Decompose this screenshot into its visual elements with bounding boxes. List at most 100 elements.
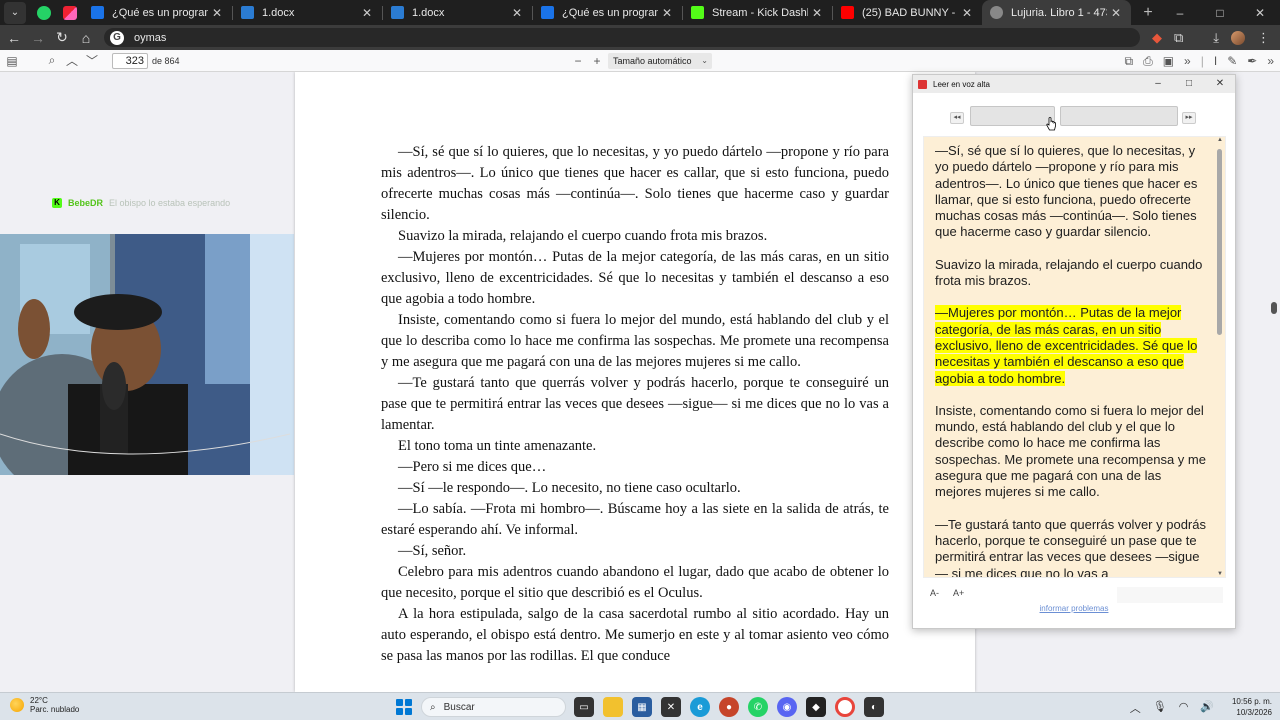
close-window-icon[interactable]: ✕ xyxy=(1240,6,1280,20)
zoom-in-icon[interactable]: + xyxy=(587,54,607,68)
back-icon[interactable]: ← xyxy=(2,26,26,50)
paragraph: Insiste, comentando como si fuera lo mej… xyxy=(935,402,1206,500)
tab-label: 1.docx xyxy=(262,6,295,19)
app-icon[interactable]: ● xyxy=(719,697,739,717)
tab-2[interactable]: 1.docx ✕ xyxy=(383,0,532,25)
xbox-icon[interactable]: ✕ xyxy=(661,697,681,717)
rewind-button[interactable]: ◂◂ xyxy=(950,112,964,124)
chrome-icon[interactable] xyxy=(835,697,855,717)
wifi-icon[interactable]: ◠ xyxy=(1179,700,1189,716)
tab-5[interactable]: (25) BAD BUNNY - EL CLÚB (... ✕ xyxy=(833,0,982,25)
pdf-tools: ⧉ ⎙ ▣ » | I ✎ ✒ » xyxy=(1125,50,1275,72)
tab-search-button[interactable]: ⌄ xyxy=(4,1,26,24)
tab-4[interactable]: Stream - Kick Dashboard ✕ xyxy=(683,0,832,25)
pdf-toolbar: ▤ ⌕ ︿ ﹀ de 864 − + Tamaño automático ⌄ ⧉… xyxy=(0,50,1280,72)
read-aloud-logo-icon xyxy=(918,79,927,89)
close-icon[interactable]: ✕ xyxy=(362,6,374,20)
webcam-overlay xyxy=(0,234,294,475)
search-icon[interactable]: ⌕ xyxy=(42,53,62,68)
page-number-input[interactable] xyxy=(112,52,148,69)
tab-3[interactable]: ¿Qué es un programa de pr... ✕ xyxy=(533,0,682,25)
volume-icon[interactable]: 🔊 xyxy=(1200,700,1214,716)
taskbar-search[interactable]: ⌕ Buscar xyxy=(421,697,566,717)
tab-0[interactable]: ¿Qué es un programa de pr... ✕ xyxy=(83,0,232,25)
clock[interactable]: 10:56 p. m. 10/3/2026 xyxy=(1232,696,1272,718)
close-icon[interactable]: ✕ xyxy=(1111,6,1123,20)
paragraph-current: —Mujeres por montón… Putas de la mejor c… xyxy=(935,305,1209,386)
sidebar-toggle-icon[interactable]: ▤ xyxy=(2,54,22,68)
maximize-icon[interactable]: □ xyxy=(1174,75,1204,93)
chevron-up-icon[interactable]: ︿ xyxy=(1130,700,1141,716)
close-icon[interactable]: ✕ xyxy=(512,6,524,20)
taskbar: 22°C Parc. nublado ⌕ Buscar ▭ ▦ ✕ e ● ✆ … xyxy=(0,692,1280,720)
time: 10:56 p. m. xyxy=(1231,697,1272,706)
zoom-select[interactable]: Tamaño automático ⌄ xyxy=(608,53,712,69)
forward-icon[interactable]: → xyxy=(26,26,50,50)
maximize-icon[interactable]: □ xyxy=(1200,6,1240,20)
task-view-icon[interactable]: ▭ xyxy=(574,697,594,717)
read-aloud-text-area[interactable]: —Sí, sé que sí lo quieres, que lo necesi… xyxy=(923,136,1226,578)
discord-icon[interactable]: ◉ xyxy=(777,697,797,717)
scroll-up-icon[interactable]: ▲ xyxy=(1216,137,1224,143)
store-icon[interactable]: ▦ xyxy=(632,697,652,717)
obs-icon[interactable]: ◐ xyxy=(864,697,884,717)
expand-icon[interactable]: » xyxy=(1267,54,1274,68)
zoom-value: Tamaño automático xyxy=(613,56,692,66)
system-tray: ︿ 🎙 ◠ 🔊 xyxy=(1130,700,1214,716)
minimize-icon[interactable]: – xyxy=(1160,6,1200,20)
weather-widget[interactable]: 22°C Parc. nublado xyxy=(10,696,79,714)
whatsapp-icon[interactable]: ✆ xyxy=(748,697,768,717)
text-cursor-icon[interactable]: I xyxy=(1214,54,1217,68)
extensions-puzzle-icon[interactable]: ⧉ xyxy=(1174,30,1183,46)
edge-icon[interactable]: e xyxy=(690,697,710,717)
tab-label: (25) BAD BUNNY - EL CLÚB (... xyxy=(862,6,958,19)
scroll-thumb[interactable] xyxy=(1217,149,1222,335)
start-button[interactable] xyxy=(396,699,412,715)
font-increase-button[interactable]: A+ xyxy=(953,588,964,598)
tab-1[interactable]: 1.docx ✕ xyxy=(233,0,382,25)
playback-controls: ◂◂ ▸▸ xyxy=(950,106,1196,131)
previous-page-icon[interactable]: ︿ xyxy=(62,52,82,69)
date: 10/3/2026 xyxy=(1236,708,1272,717)
docs-icon xyxy=(91,6,104,19)
report-issues-link[interactable]: informar problemas xyxy=(913,604,1235,613)
draw-icon[interactable]: ✎ xyxy=(1227,54,1237,68)
read-aloud-scrollbar[interactable]: ▲ ▼ xyxy=(1216,137,1224,577)
reload-icon[interactable]: ↻ xyxy=(50,26,74,50)
save-icon[interactable]: ▣ xyxy=(1163,54,1174,68)
close-icon[interactable]: ✕ xyxy=(1205,75,1235,93)
font-decrease-button[interactable]: A- xyxy=(930,588,939,598)
more-tools-icon[interactable]: » xyxy=(1184,54,1191,68)
close-icon[interactable]: ✕ xyxy=(812,6,824,20)
print-icon[interactable]: ⎙ xyxy=(1143,54,1153,69)
forward-button[interactable]: ▸▸ xyxy=(1182,112,1196,124)
next-page-icon[interactable]: ﹀ xyxy=(82,52,102,69)
pinned-tab-app[interactable] xyxy=(57,0,83,25)
file-explorer-icon[interactable] xyxy=(603,697,623,717)
tab-6-active[interactable]: Lujuria. Libro 1 - 4735ff84-a... ✕ xyxy=(982,0,1131,25)
game-app-icon[interactable]: ◆ xyxy=(806,697,826,717)
minimize-icon[interactable]: – xyxy=(1143,75,1173,93)
pen-icon[interactable]: ✒ xyxy=(1247,54,1257,68)
profile-avatar[interactable] xyxy=(1231,30,1245,45)
pdf-page: —Sí, sé que sí lo quieres, que lo necesi… xyxy=(295,72,975,692)
scroll-down-icon[interactable]: ▼ xyxy=(1216,571,1224,577)
address-bar[interactable]: G oymas xyxy=(104,28,1140,47)
close-icon[interactable]: ✕ xyxy=(662,6,674,20)
play-pause-button[interactable] xyxy=(970,106,1055,126)
viewer-scrollbar[interactable] xyxy=(1271,302,1277,314)
close-icon[interactable]: ✕ xyxy=(962,6,974,20)
menu-kebab-icon[interactable]: ⋮ xyxy=(1257,30,1270,46)
pinned-tab-whatsapp[interactable] xyxy=(31,0,57,25)
open-external-icon[interactable]: ⧉ xyxy=(1125,54,1134,69)
close-icon[interactable]: ✕ xyxy=(212,6,224,20)
extension-icon[interactable]: ◆ xyxy=(1152,30,1162,46)
download-icon[interactable]: ⤓ xyxy=(1213,30,1219,46)
new-tab-button[interactable]: + xyxy=(1137,4,1159,22)
home-icon[interactable]: ⌂ xyxy=(74,26,98,50)
microphone-icon[interactable]: 🎙 xyxy=(1153,700,1167,716)
paragraph: —Te gustará tanto que querrás volver y p… xyxy=(935,516,1206,578)
stop-button[interactable] xyxy=(1060,106,1178,126)
zoom-out-icon[interactable]: − xyxy=(568,54,588,68)
stream-chat-message: K BebeDR El obispo lo estaba esperando xyxy=(52,198,230,208)
